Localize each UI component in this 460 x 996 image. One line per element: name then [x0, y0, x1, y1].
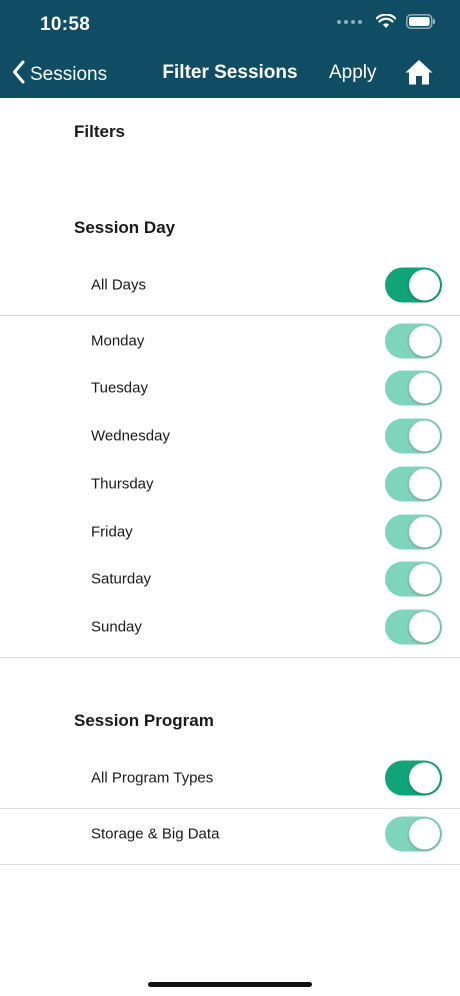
day-label: Sunday [91, 618, 142, 636]
sunday-toggle[interactable] [385, 609, 442, 645]
day-label: Thursday [91, 475, 154, 493]
thursday-toggle[interactable] [385, 466, 442, 502]
all-program-types-row: All Program Types [0, 754, 460, 802]
day-row-wednesday: Wednesday [0, 412, 460, 460]
program-label: Storage & Big Data [91, 825, 220, 843]
day-row-tuesday: Tuesday [0, 364, 460, 412]
all-program-types-label: All Program Types [91, 769, 214, 787]
day-label: Tuesday [91, 379, 148, 397]
all-program-types-toggle[interactable] [385, 760, 442, 796]
chevron-left-icon [12, 60, 26, 90]
day-row-sunday: Sunday [0, 603, 460, 651]
day-label: Friday [91, 523, 133, 541]
day-row-saturday: Saturday [0, 555, 460, 603]
wifi-icon [376, 14, 396, 29]
filter-sessions-screen: 10:58 Sessions Filter Sessions Apply Fil… [0, 0, 460, 996]
filters-heading: Filters [74, 122, 126, 141]
all-days-toggle[interactable] [385, 267, 442, 303]
day-row-monday: Monday [0, 317, 460, 365]
day-label: Wednesday [91, 427, 170, 445]
tuesday-toggle[interactable] [385, 370, 442, 406]
saturday-toggle[interactable] [385, 561, 442, 597]
nav-header: 10:58 Sessions Filter Sessions Apply [0, 0, 460, 98]
status-time: 10:58 [40, 14, 91, 35]
storage-big-data-toggle[interactable] [385, 816, 442, 852]
friday-toggle[interactable] [385, 514, 442, 550]
session-program-heading: Session Program [74, 711, 214, 730]
status-icons [337, 14, 436, 29]
day-label: Monday [91, 332, 145, 350]
day-row-thursday: Thursday [0, 460, 460, 508]
day-label: Saturday [91, 570, 152, 588]
all-days-row: All Days [0, 261, 460, 309]
monday-toggle[interactable] [385, 323, 442, 359]
home-indicator[interactable] [148, 982, 312, 987]
divider [0, 864, 460, 865]
all-days-label: All Days [91, 276, 147, 294]
home-icon[interactable] [404, 58, 434, 91]
divider [0, 808, 460, 809]
back-button-label: Sessions [30, 64, 108, 85]
divider [0, 315, 460, 316]
back-button[interactable]: Sessions [12, 60, 107, 90]
day-row-friday: Friday [0, 508, 460, 556]
battery-icon [406, 14, 436, 29]
apply-button[interactable]: Apply [329, 62, 377, 84]
divider [0, 657, 460, 658]
program-row-storage-big-data: Storage & Big Data [0, 810, 460, 858]
wednesday-toggle[interactable] [385, 418, 442, 454]
signal-icon [337, 19, 362, 24]
session-day-heading: Session Day [74, 218, 176, 237]
